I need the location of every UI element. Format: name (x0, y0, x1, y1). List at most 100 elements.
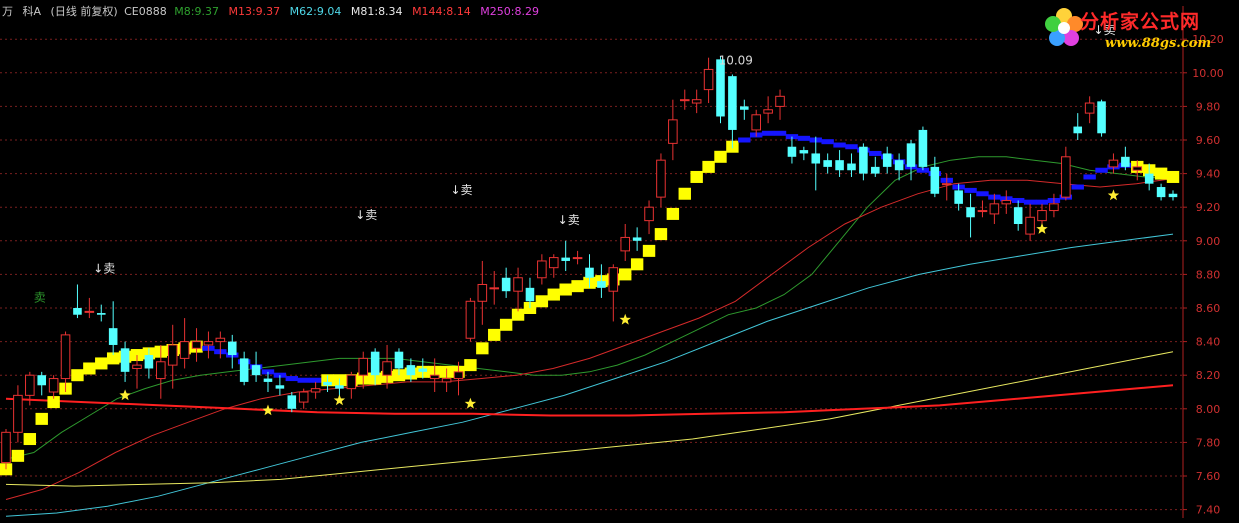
y-tick-label: 8.40 (1196, 336, 1221, 349)
candle-body (418, 368, 428, 372)
candle-body (871, 166, 880, 174)
band-segment (702, 160, 715, 173)
candle-body (787, 146, 797, 157)
candle-body (441, 378, 452, 383)
star-icon (1036, 223, 1048, 234)
candle-body (346, 374, 357, 390)
ma-line-1 (5, 178, 1174, 500)
candle-body (167, 344, 178, 366)
candle-body (1037, 210, 1047, 222)
sell-signal-label: 卖 (34, 290, 46, 304)
candle-body (394, 351, 404, 369)
candle-body (132, 364, 142, 369)
band-segment (547, 288, 560, 301)
candle-body (751, 114, 762, 131)
candle-body (775, 95, 785, 107)
candle-body (1097, 101, 1106, 134)
period-label: (日线 前复权) (50, 5, 118, 18)
candle-body (930, 166, 940, 194)
candle-body (847, 163, 856, 171)
candle-body (144, 355, 154, 369)
candle-body (1121, 156, 1130, 167)
candle-body (668, 119, 678, 144)
band-segment (678, 187, 691, 200)
candle-body (1156, 187, 1166, 198)
candle-body (25, 374, 35, 396)
candle-body (1084, 102, 1095, 114)
band-segment (1071, 184, 1084, 190)
band-segment (1083, 174, 1096, 180)
ma250-label: M250:8.29 (480, 5, 539, 18)
candle-body (191, 341, 202, 349)
candle-body (73, 308, 82, 315)
band-segment (571, 280, 584, 293)
candle-body (382, 361, 392, 376)
band-segment (738, 137, 751, 143)
candle-body (572, 257, 583, 260)
candle-body (703, 68, 714, 91)
band-segment (1154, 167, 1168, 180)
band-segment (654, 228, 668, 241)
sell-signal-label: ↓卖 (558, 213, 580, 227)
star-icon (619, 313, 631, 325)
candle-body (489, 287, 500, 290)
y-tick-label: 8.20 (1196, 369, 1221, 382)
candle-body (275, 385, 285, 389)
candlestick-chart[interactable]: 7.40 7.60 7.80 8.00 8.20 8.40 8.60 8.80 9.00 9.20… (0, 0, 1239, 523)
candle-body (644, 206, 654, 222)
band-segment (821, 139, 834, 145)
candle-body (823, 160, 832, 167)
candle-body (513, 277, 523, 292)
indicator-name: CE0888 (124, 5, 167, 18)
candle-body (763, 109, 773, 114)
candle-body (60, 334, 71, 380)
band-segment (535, 295, 549, 308)
candle-body (251, 365, 261, 376)
candle-body (1013, 207, 1023, 224)
band-segment (83, 362, 96, 375)
y-tick-label: 9.80 (1196, 100, 1221, 113)
candle-body (156, 361, 166, 380)
candle-body (728, 76, 737, 130)
candle-body (918, 129, 928, 167)
band-segment (761, 130, 775, 136)
band-segment (833, 142, 846, 148)
candle-body (84, 310, 95, 313)
candle-body (811, 153, 821, 164)
candle-body (941, 183, 952, 186)
candle-body (406, 365, 416, 376)
y-tick-label: 9.40 (1196, 168, 1221, 181)
band-segment (619, 268, 632, 281)
y-tick-label: 10.00 (1192, 67, 1224, 80)
y-tick-label: 9.20 (1196, 201, 1221, 214)
candle-body (716, 59, 725, 117)
band-segment (23, 433, 37, 446)
candle-body (835, 160, 844, 171)
band-segment (690, 170, 703, 183)
ma144-label: M144:8.14 (412, 5, 471, 18)
candle-body (429, 374, 440, 380)
band-segment (464, 359, 477, 372)
candle-body (310, 388, 321, 393)
candle-body (203, 341, 214, 346)
y-tick-label: 9.60 (1196, 134, 1221, 147)
ma62-label: M62:9.04 (289, 5, 342, 18)
candle-body (608, 267, 619, 292)
candle-body (298, 391, 309, 403)
sell-signal-label: ↓卖 (355, 208, 377, 222)
candle-body (370, 351, 380, 376)
sell-signal-label: ↓卖 (451, 183, 473, 197)
candle-body (537, 260, 547, 279)
candle-body (1061, 156, 1071, 198)
candle-body (894, 160, 904, 171)
band-segment (666, 207, 680, 220)
candle-body (597, 281, 606, 288)
high-price-label: 10.09 (719, 53, 753, 67)
candle-body (335, 385, 344, 389)
candle-body (548, 257, 559, 269)
ma81-label: M81:8.34 (350, 5, 403, 18)
candle-body (977, 210, 988, 213)
candle-body (1073, 126, 1083, 134)
ma13-label: M13:9.37 (228, 5, 281, 18)
stock-name: 科A (22, 5, 42, 18)
